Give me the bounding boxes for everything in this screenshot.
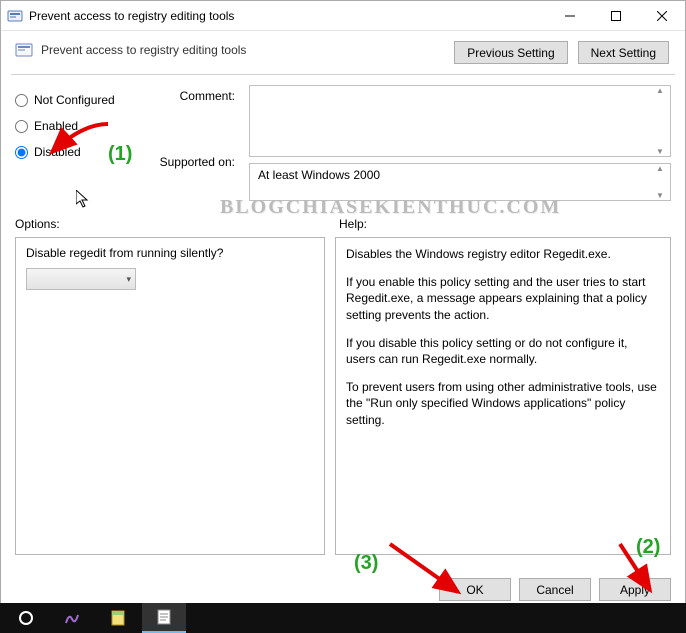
section-labels: Options: Help: xyxy=(1,217,685,235)
upper-config-area: Not Configured Enabled Disabled Comment:… xyxy=(1,75,685,213)
taskbar-item-1[interactable] xyxy=(4,603,48,633)
radio-not-configured[interactable]: Not Configured xyxy=(15,87,145,113)
minimize-button[interactable] xyxy=(547,1,593,31)
mid-labels: Comment: Supported on: xyxy=(153,85,241,169)
maximize-button[interactable] xyxy=(593,1,639,31)
taskbar-item-3[interactable] xyxy=(96,603,140,633)
help-p2: If you enable this policy setting and th… xyxy=(346,274,660,323)
radio-disabled[interactable]: Disabled xyxy=(15,139,145,165)
help-p4: To prevent users from using other admini… xyxy=(346,379,660,428)
policy-icon xyxy=(15,41,33,59)
comment-scroll[interactable]: ▲▼ xyxy=(652,86,668,156)
radio-enabled[interactable]: Enabled xyxy=(15,113,145,139)
subtitle-row: Prevent access to registry editing tools… xyxy=(1,31,685,70)
dialog-buttons: OK Cancel Apply xyxy=(439,578,671,601)
radio-not-configured-label: Not Configured xyxy=(34,93,115,107)
radio-enabled-label: Enabled xyxy=(34,119,78,133)
titlebar: Prevent access to registry editing tools xyxy=(1,1,685,31)
options-panel: Disable regedit from running silently? ▾ xyxy=(15,237,325,555)
radio-not-configured-input[interactable] xyxy=(15,94,28,107)
comment-label: Comment: xyxy=(180,89,235,103)
radio-enabled-input[interactable] xyxy=(15,120,28,133)
policy-subtitle: Prevent access to registry editing tools xyxy=(41,43,246,57)
radio-disabled-label: Disabled xyxy=(34,145,81,159)
options-combo[interactable]: ▾ xyxy=(26,268,136,290)
supported-on-box: At least Windows 2000 ▲▼ xyxy=(249,163,671,201)
next-setting-button[interactable]: Next Setting xyxy=(578,41,669,64)
taskbar-item-4-active[interactable] xyxy=(142,603,186,633)
ok-button[interactable]: OK xyxy=(439,578,511,601)
cancel-button[interactable]: Cancel xyxy=(519,578,591,601)
options-question: Disable regedit from running silently? xyxy=(26,246,314,260)
comment-textarea[interactable]: ▲▼ xyxy=(249,85,671,157)
lower-panels: Disable regedit from running silently? ▾… xyxy=(1,235,685,555)
chevron-down-icon: ▾ xyxy=(126,274,131,285)
help-label: Help: xyxy=(339,217,367,231)
radio-disabled-input[interactable] xyxy=(15,146,28,159)
help-panel: Disables the Windows registry editor Reg… xyxy=(335,237,671,555)
help-p3: If you disable this policy setting or do… xyxy=(346,335,660,367)
app-icon xyxy=(7,8,23,24)
options-label: Options: xyxy=(15,217,339,231)
window-title: Prevent access to registry editing tools xyxy=(29,9,547,23)
close-button[interactable] xyxy=(639,1,685,31)
taskbar xyxy=(0,603,686,633)
supported-scroll[interactable]: ▲▼ xyxy=(652,164,668,200)
help-p1: Disables the Windows registry editor Reg… xyxy=(346,246,660,262)
supported-on-text: At least Windows 2000 xyxy=(258,168,380,182)
radio-group: Not Configured Enabled Disabled xyxy=(15,85,145,205)
apply-button[interactable]: Apply xyxy=(599,578,671,601)
supported-label: Supported on: xyxy=(160,155,235,169)
previous-setting-button[interactable]: Previous Setting xyxy=(454,41,567,64)
taskbar-item-2[interactable] xyxy=(50,603,94,633)
policy-editor-window: Prevent access to registry editing tools… xyxy=(0,0,686,604)
